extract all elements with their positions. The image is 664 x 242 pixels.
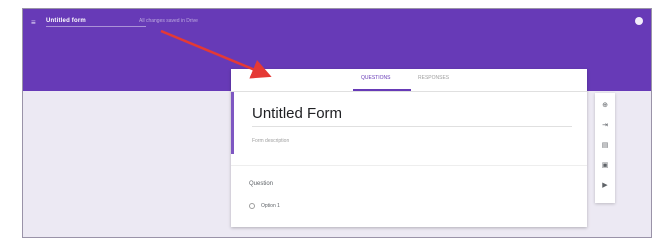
arrow-line xyxy=(160,29,272,79)
screenshot-frame: ≡ Untitled form All changes saved in Dri… xyxy=(22,8,652,238)
annotation-arrow xyxy=(160,29,272,79)
